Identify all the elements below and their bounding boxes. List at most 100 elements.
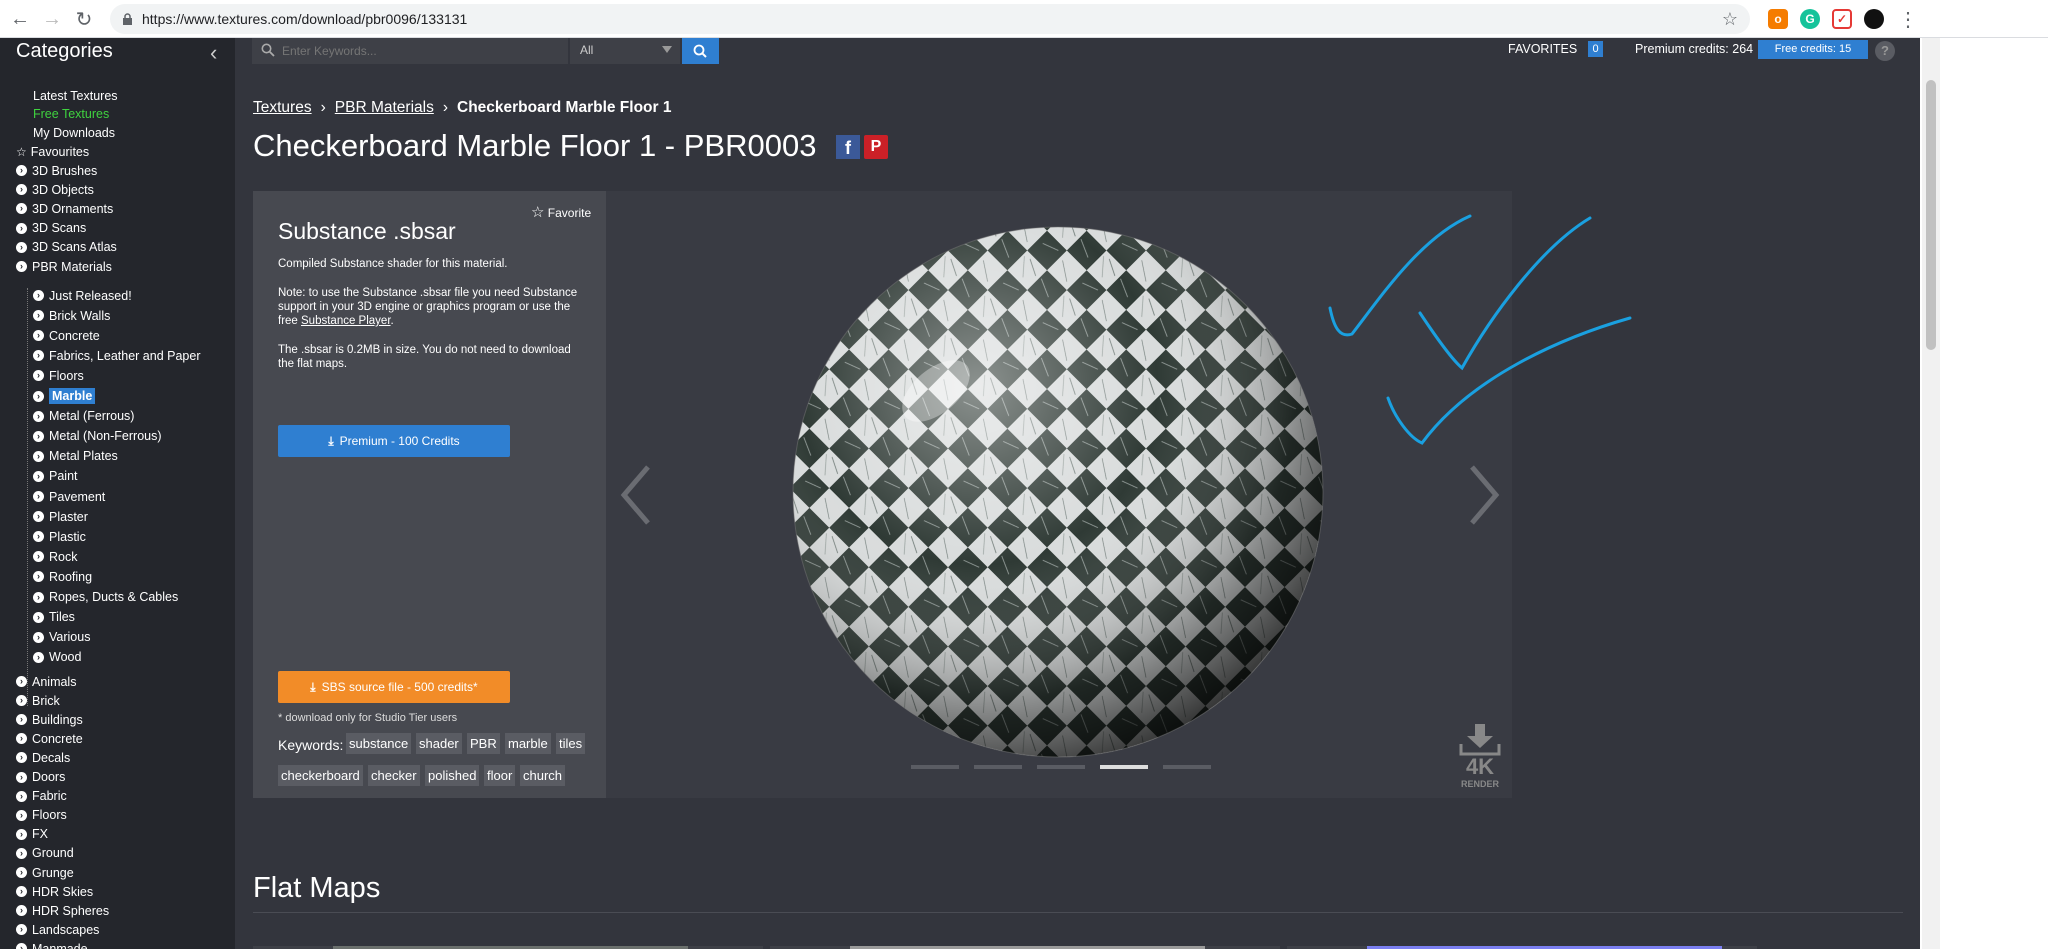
sidebar-item-decals[interactable]: › Decals bbox=[16, 749, 70, 766]
sidebar-item-fabrics-leather-and-paper[interactable]: › Fabrics, Leather and Paper bbox=[33, 347, 200, 364]
breadcrumb-textures[interactable]: Textures bbox=[253, 99, 312, 116]
keyword-tag[interactable]: church bbox=[520, 765, 566, 786]
star-icon: ☆ bbox=[16, 144, 27, 159]
sidebar-item-pbr-materials[interactable]: › PBR Materials bbox=[16, 258, 112, 275]
address-bar[interactable]: https://www.textures.com/download/pbr009… bbox=[110, 4, 1750, 34]
substance-player-link[interactable]: Substance Player bbox=[301, 315, 391, 327]
keyword-tag[interactable]: shader bbox=[416, 733, 462, 754]
free-credits-button[interactable]: Free credits: 15 bbox=[1758, 40, 1868, 59]
keyword-tag[interactable]: checkerboard bbox=[278, 765, 363, 786]
breadcrumb-pbr-materials[interactable]: PBR Materials bbox=[335, 99, 434, 116]
sidebar-item-latest-textures[interactable]: Latest Textures bbox=[33, 87, 118, 104]
favorite-button[interactable]: ☆ Favorite bbox=[531, 203, 591, 221]
keyword-tag[interactable]: marble bbox=[505, 733, 551, 754]
category-select[interactable]: All bbox=[570, 38, 680, 64]
sidebar-item-concrete[interactable]: › Concrete bbox=[33, 327, 100, 344]
search-input[interactable] bbox=[282, 42, 552, 60]
facebook-share-icon[interactable]: f bbox=[836, 135, 860, 159]
sidebar-item-metal-plates[interactable]: › Metal Plates bbox=[33, 448, 118, 465]
sidebar-item-ropes-ducts-cables[interactable]: › Ropes, Ducts & Cables bbox=[33, 589, 178, 606]
bookmark-star-icon[interactable]: ☆ bbox=[1722, 9, 1738, 30]
sidebar-item-marble[interactable]: › Marble bbox=[33, 388, 96, 405]
sidebar-item-3d-brushes[interactable]: › 3D Brushes bbox=[16, 162, 97, 179]
extension-amazon-icon[interactable]: o bbox=[1768, 9, 1788, 29]
sidebar-item-plastic[interactable]: › Plastic bbox=[33, 528, 86, 545]
chevron-circle-icon: › bbox=[16, 165, 27, 176]
previous-arrow-icon[interactable] bbox=[618, 463, 652, 527]
sidebar-item-manmade[interactable]: › Manmade bbox=[16, 940, 88, 949]
sidebar-item-3d-scans[interactable]: › 3D Scans bbox=[16, 220, 86, 237]
keyword-tag[interactable]: substance bbox=[346, 733, 412, 754]
slide-indicator[interactable] bbox=[1163, 765, 1211, 769]
next-arrow-icon[interactable] bbox=[1468, 463, 1502, 527]
page-scrollbar[interactable] bbox=[1922, 38, 1940, 949]
sidebar-item-fabric[interactable]: › Fabric bbox=[16, 788, 67, 805]
extension-grammarly-icon[interactable]: G bbox=[1800, 9, 1820, 29]
forward-icon[interactable]: → bbox=[40, 7, 64, 31]
sidebar-item-paint[interactable]: › Paint bbox=[33, 468, 78, 485]
keyword-tag[interactable]: floor bbox=[484, 765, 516, 786]
profile-avatar-icon[interactable] bbox=[1864, 9, 1884, 29]
sidebar-item-concrete[interactable]: › Concrete bbox=[16, 730, 83, 747]
sidebar-item-animals[interactable]: › Animals bbox=[16, 673, 76, 690]
back-icon[interactable]: ← bbox=[8, 7, 32, 31]
pinterest-share-icon[interactable]: P bbox=[864, 135, 888, 159]
sidebar-item-brick-walls[interactable]: › Brick Walls bbox=[33, 307, 110, 324]
sidebar-item-3d-ornaments[interactable]: › 3D Ornaments bbox=[16, 200, 113, 217]
sidebar-item-landscapes[interactable]: › Landscapes bbox=[16, 921, 99, 938]
sidebar-item-rock[interactable]: › Rock bbox=[33, 548, 77, 565]
sidebar-item-various[interactable]: › Various bbox=[33, 629, 90, 646]
slide-indicator[interactable] bbox=[1100, 765, 1148, 769]
slide-indicator[interactable] bbox=[911, 765, 959, 769]
reload-icon[interactable]: ↻ bbox=[72, 7, 96, 31]
chevron-circle-icon: › bbox=[16, 867, 27, 878]
extension-pocket-icon[interactable]: ✓ bbox=[1832, 9, 1852, 29]
sidebar-item-label: 3D Objects bbox=[32, 182, 94, 197]
sidebar-item-hdr-skies[interactable]: › HDR Skies bbox=[16, 883, 93, 900]
sidebar-item-plaster[interactable]: › Plaster bbox=[33, 508, 88, 525]
sidebar-item-label: Plastic bbox=[49, 529, 86, 544]
chevron-circle-icon: › bbox=[33, 651, 44, 663]
sidebar-item-my-downloads[interactable]: My Downloads bbox=[33, 124, 115, 141]
sidebar-item-metal-ferrous[interactable]: › Metal (Ferrous) bbox=[33, 408, 134, 425]
sidebar-item-favourites[interactable]: ☆ Favourites bbox=[16, 143, 89, 160]
sidebar-item-metal-non-ferrous[interactable]: › Metal (Non-Ferrous) bbox=[33, 428, 162, 445]
chevron-circle-icon: › bbox=[33, 531, 44, 543]
sidebar-item-floors[interactable]: › Floors bbox=[16, 807, 67, 824]
slide-indicator[interactable] bbox=[1037, 765, 1085, 769]
keyword-tag[interactable]: polished bbox=[425, 765, 480, 786]
scrollbar-thumb[interactable] bbox=[1926, 80, 1936, 350]
note-end: . bbox=[390, 315, 394, 327]
slide-indicator[interactable] bbox=[974, 765, 1022, 769]
sbs-download-button[interactable]: ⤓ SBS source file - 500 credits* bbox=[278, 671, 510, 703]
premium-download-button[interactable]: ⤓ Premium - 100 Credits bbox=[278, 425, 510, 457]
sidebar-item-hdr-spheres[interactable]: › HDR Spheres bbox=[16, 902, 109, 919]
keyword-tag[interactable]: PBR bbox=[467, 733, 500, 754]
sidebar-item-grunge[interactable]: › Grunge bbox=[16, 864, 74, 881]
sidebar-item-roofing[interactable]: › Roofing bbox=[33, 568, 92, 585]
sidebar-item-tiles[interactable]: › Tiles bbox=[33, 609, 75, 626]
sidebar-item-free-textures[interactable]: Free Textures bbox=[33, 106, 109, 123]
menu-kebab-icon[interactable]: ⋮ bbox=[1896, 7, 1920, 31]
keyword-tag[interactable]: checker bbox=[368, 765, 420, 786]
keyword-tag[interactable]: tiles bbox=[556, 733, 586, 754]
search-button[interactable] bbox=[682, 38, 719, 64]
sidebar-item-wood[interactable]: › Wood bbox=[33, 649, 81, 666]
render-4k-icon[interactable]: 4K RENDER bbox=[1457, 724, 1503, 789]
sidebar-item-buildings[interactable]: › Buildings bbox=[16, 711, 83, 728]
collapse-chevron-icon[interactable]: ‹ bbox=[210, 40, 217, 66]
sidebar-item-3d-objects[interactable]: › 3D Objects bbox=[16, 181, 94, 198]
sidebar-item-just-released[interactable]: › Just Released! bbox=[33, 287, 132, 304]
sidebar-item-label: Latest Textures bbox=[33, 88, 118, 103]
sidebar-item-ground[interactable]: › Ground bbox=[16, 845, 74, 862]
chevron-circle-icon: › bbox=[16, 184, 27, 196]
help-icon[interactable]: ? bbox=[1875, 41, 1895, 61]
favorites-label[interactable]: FAVORITES bbox=[1508, 42, 1577, 56]
sidebar-item-3d-scans-atlas[interactable]: › 3D Scans Atlas bbox=[16, 239, 117, 256]
sidebar-item-doors[interactable]: › Doors bbox=[16, 769, 65, 786]
sidebar-item-fx[interactable]: › FX bbox=[16, 826, 48, 843]
sidebar-item-brick[interactable]: › Brick bbox=[16, 692, 60, 709]
sidebar-item-floors[interactable]: › Floors bbox=[33, 367, 84, 384]
sidebar-item-pavement[interactable]: › Pavement bbox=[33, 488, 105, 505]
search-icon bbox=[261, 43, 275, 57]
